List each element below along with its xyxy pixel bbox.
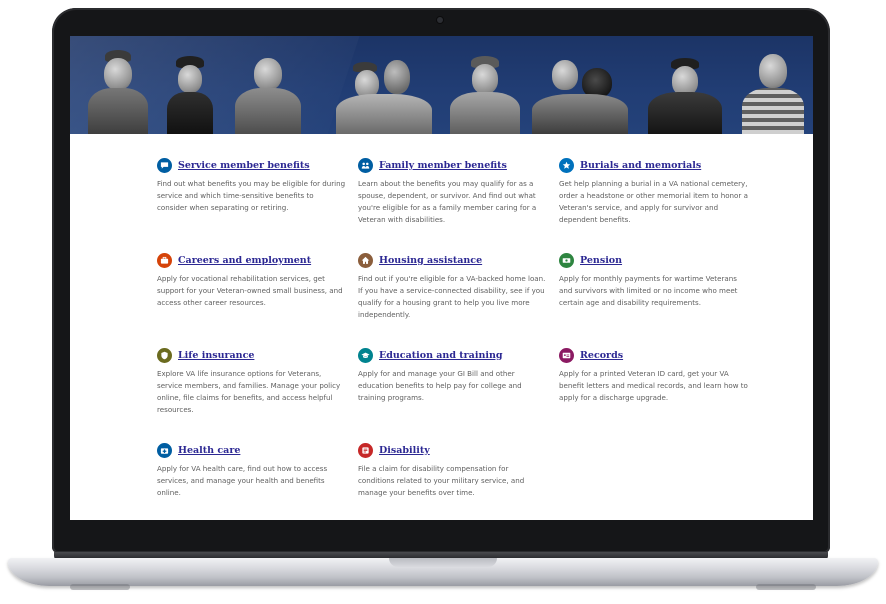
briefcase-icon (157, 252, 172, 268)
benefit-card-pension: Pension Apply for monthly payments for w… (559, 252, 761, 338)
graduation-cap-icon (358, 347, 373, 363)
speech-bubble-icon (157, 157, 172, 173)
laptop-opening-notch (389, 558, 497, 567)
id-card-icon (559, 347, 574, 363)
card-description: File a claim for disability compensation… (358, 464, 525, 497)
veteran-portrait (336, 56, 432, 134)
benefit-card-records: Records Apply for a printed Veteran ID c… (559, 347, 761, 433)
veteran-portrait (165, 56, 215, 134)
benefit-card-family-member: Family member benefits Learn about the b… (358, 157, 559, 243)
benefit-card-life-insurance: Life insurance Explore VA life insurance… (157, 347, 358, 433)
disability-link[interactable]: Disability (379, 445, 430, 456)
benefit-card-disability: Disability File a claim for disability c… (358, 442, 559, 520)
card-description: Explore VA life insurance options for Ve… (157, 369, 341, 414)
webcam-icon (437, 17, 443, 23)
benefit-card-education: Education and training Apply for and man… (358, 347, 559, 433)
life-insurance-link[interactable]: Life insurance (178, 350, 254, 361)
card-description: Get help planning a burial in a VA natio… (559, 179, 748, 224)
family-icon (358, 157, 373, 173)
veteran-portrait (235, 52, 301, 134)
medkit-icon (157, 442, 172, 458)
benefit-card-burials: Burials and memorials Get help planning … (559, 157, 761, 243)
shield-icon (157, 347, 172, 363)
benefits-grid: Service member benefits Find out what be… (157, 157, 761, 520)
card-description: Apply for vocational rehabilitation serv… (157, 274, 343, 307)
housing-assistance-link[interactable]: Housing assistance (379, 255, 482, 266)
card-description: Find out if you're eligible for a VA-bac… (358, 274, 546, 319)
pension-link[interactable]: Pension (580, 255, 622, 266)
card-description: Learn about the benefits you may qualify… (358, 179, 537, 224)
benefit-card-housing: Housing assistance Find out if you're el… (358, 252, 559, 338)
burials-and-memorials-link[interactable]: Burials and memorials (580, 160, 701, 171)
card-description: Apply for monthly payments for wartime V… (559, 274, 738, 307)
screen: Service member benefits Find out what be… (70, 36, 813, 520)
star-icon (559, 157, 574, 173)
benefit-card-health-care: Health care Apply for VA health care, fi… (157, 442, 358, 520)
card-description: Apply for a printed Veteran ID card, get… (559, 369, 748, 402)
benefit-card-service-member: Service member benefits Find out what be… (157, 157, 358, 243)
service-member-benefits-link[interactable]: Service member benefits (178, 160, 310, 171)
veteran-portrait (648, 52, 722, 134)
card-description: Apply for and manage your GI Bill and ot… (358, 369, 522, 402)
hero-banner (70, 36, 813, 134)
education-and-training-link[interactable]: Education and training (379, 350, 503, 361)
card-description: Apply for VA health care, find out how t… (157, 464, 328, 497)
veteran-portrait (450, 54, 520, 134)
careers-and-employment-link[interactable]: Careers and employment (178, 255, 311, 266)
veteran-portrait (532, 54, 628, 134)
card-description: Find out what benefits you may be eligib… (157, 179, 346, 212)
money-icon (559, 252, 574, 268)
veteran-portrait (88, 48, 148, 134)
family-member-benefits-link[interactable]: Family member benefits (379, 160, 507, 171)
home-icon (358, 252, 373, 268)
health-care-link[interactable]: Health care (178, 445, 240, 456)
records-link[interactable]: Records (580, 350, 623, 361)
veteran-portrait (742, 50, 804, 134)
benefit-card-careers: Careers and employment Apply for vocatio… (157, 252, 358, 338)
disability-icon (358, 442, 373, 458)
